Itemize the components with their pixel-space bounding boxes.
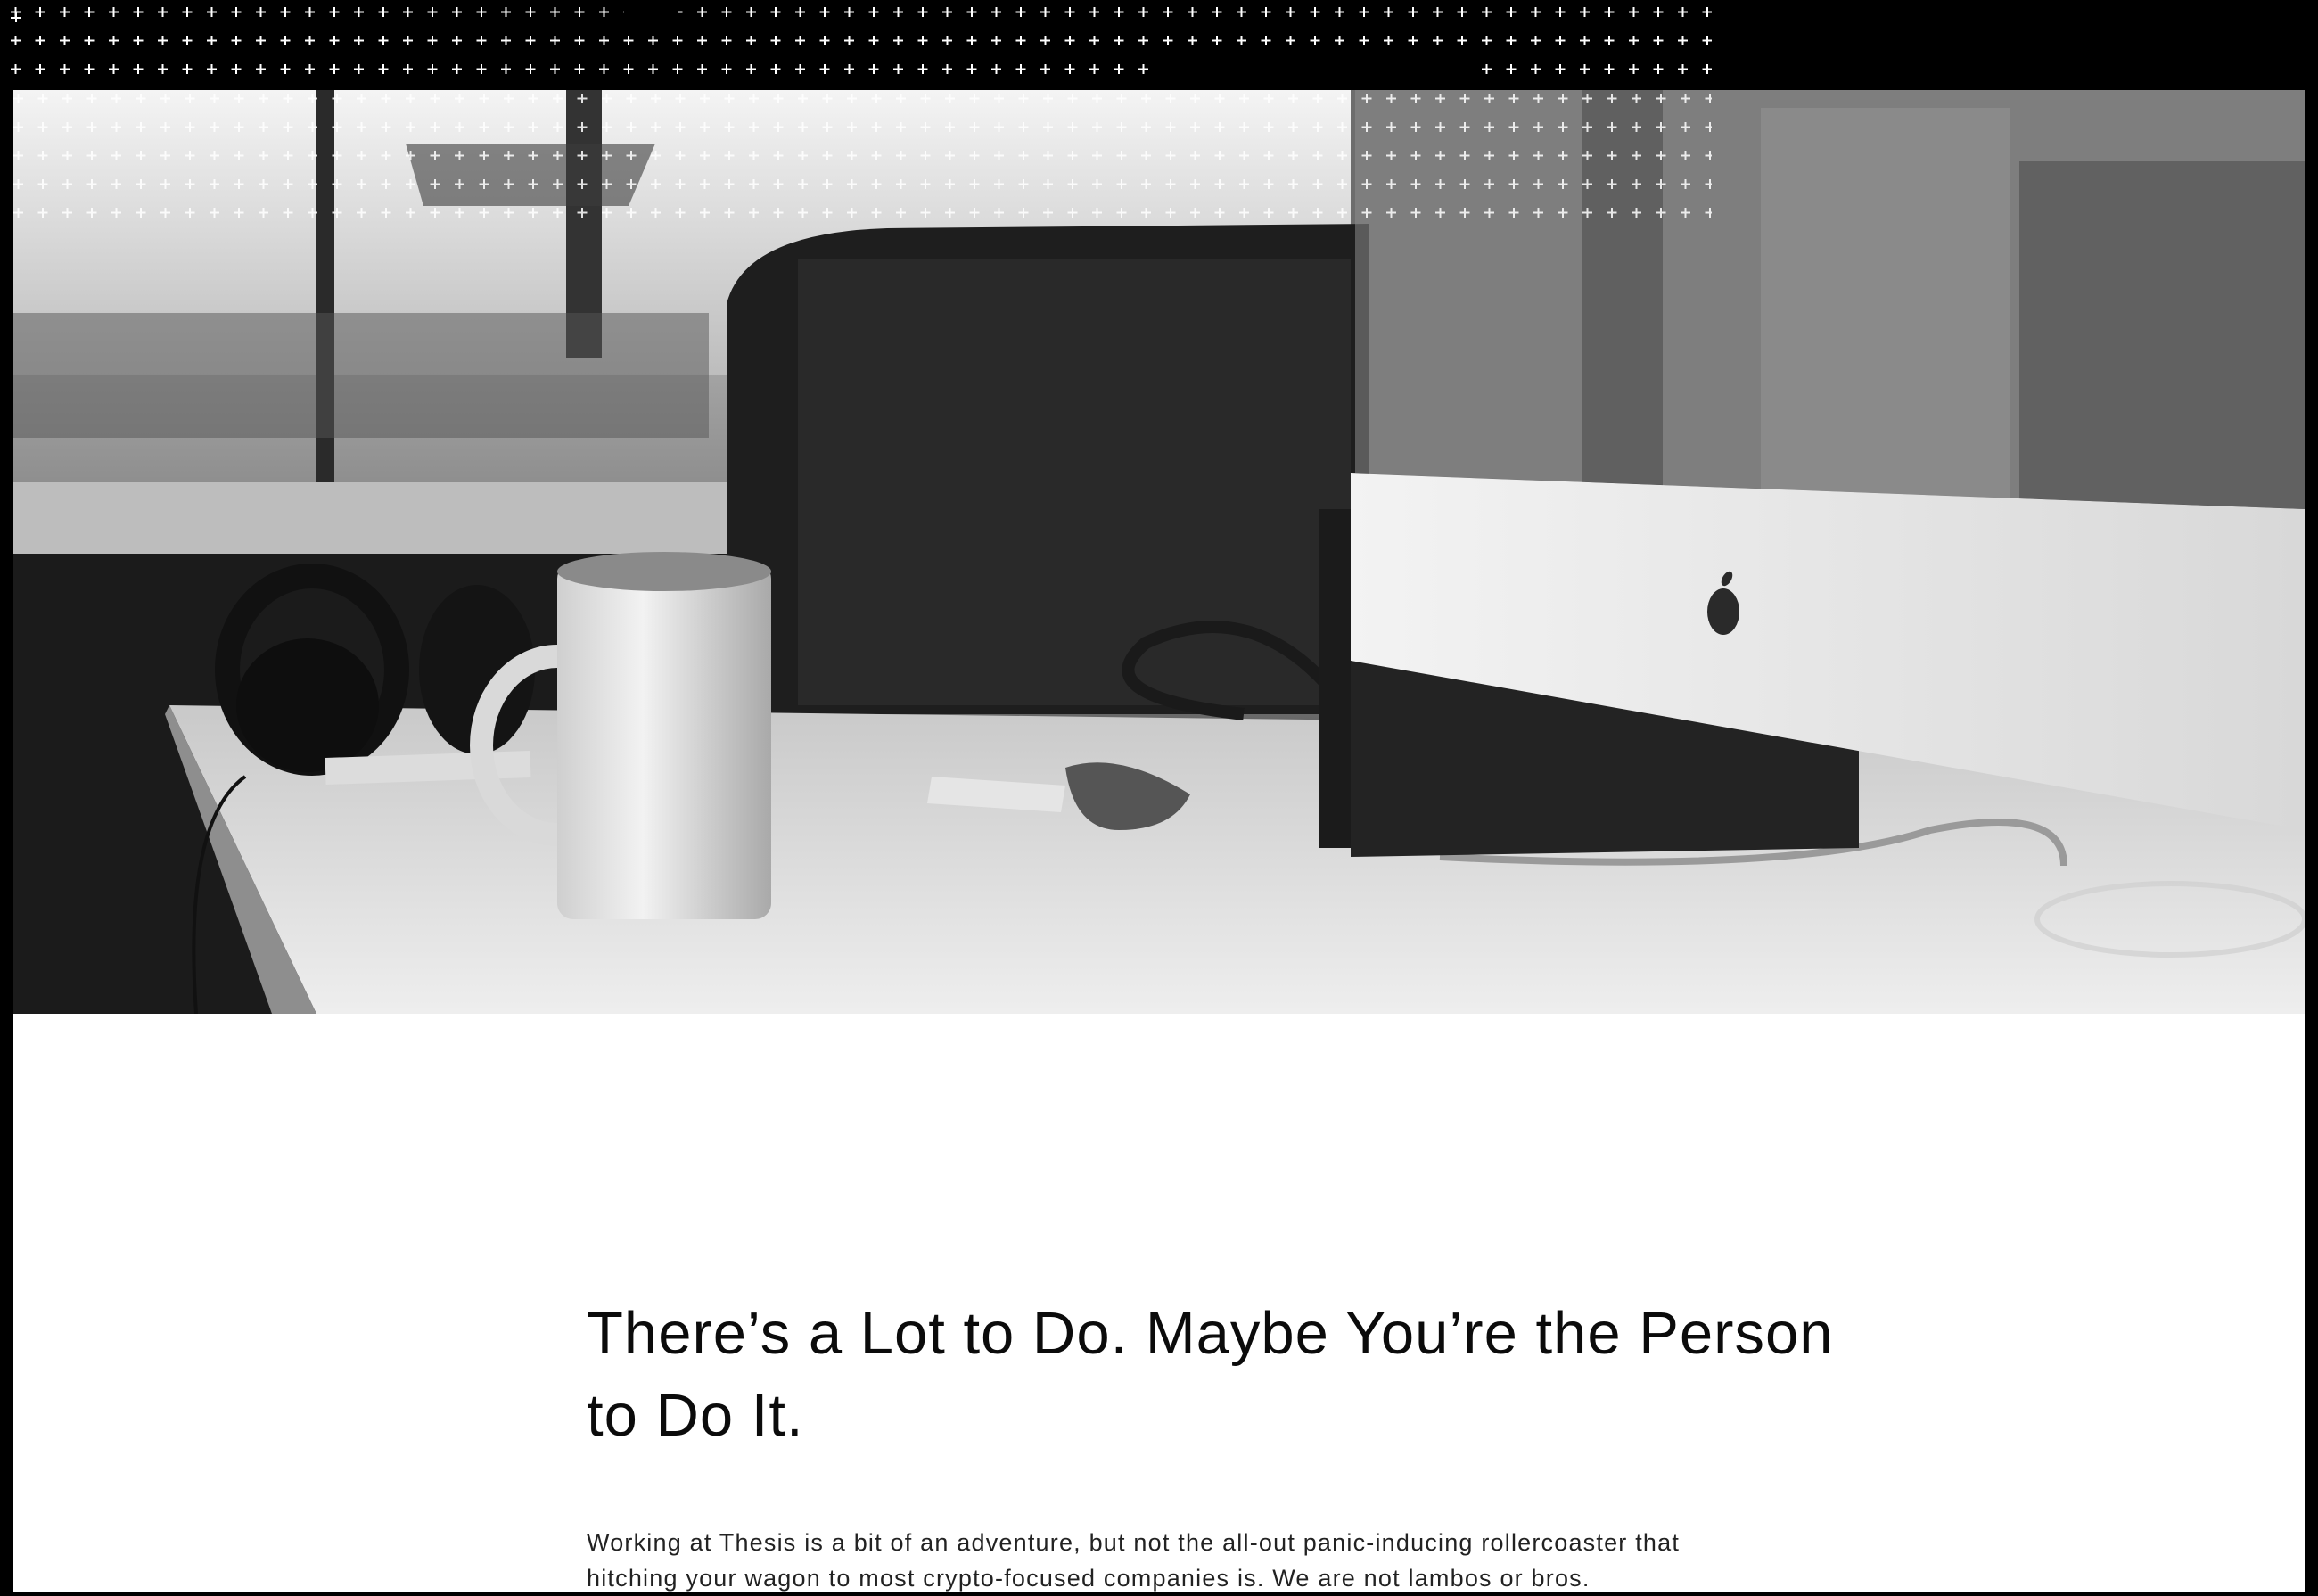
page-title: There’s a Lot to Do. Maybe You’re the Pe… bbox=[587, 1300, 1834, 1449]
hero-photo-illustration bbox=[13, 90, 2305, 1014]
hero-image bbox=[13, 90, 2305, 1014]
intro-paragraph: Working at Thesis is a bit of an adventu… bbox=[587, 1529, 1681, 1592]
right-border bbox=[2305, 90, 2318, 1592]
plus-pattern-icon bbox=[0, 0, 1712, 84]
plus-pattern-band bbox=[0, 0, 1712, 90]
